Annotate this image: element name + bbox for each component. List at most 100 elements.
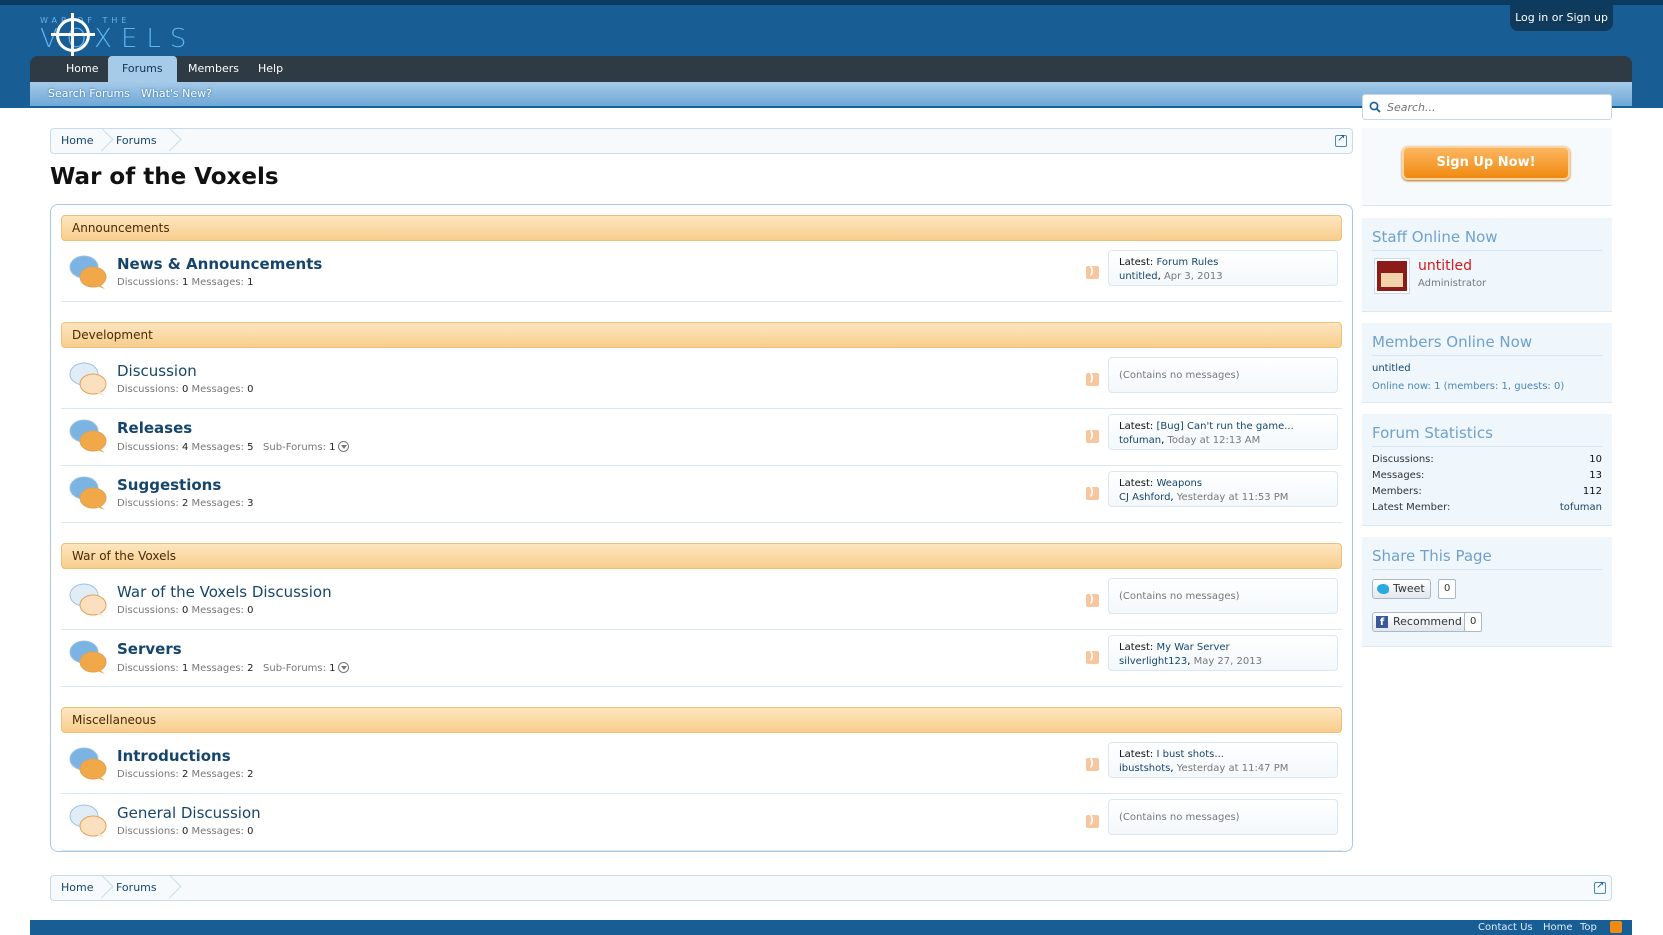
title-divider [1372,250,1602,251]
stat-latest-member: Latest Member: tofuman [1372,502,1602,513]
subforums-label: Sub-Forums: [263,663,326,674]
forum-title-link[interactable]: Introductions [117,747,231,765]
category-header[interactable]: War of the Voxels [61,543,1342,569]
breadcrumb-home[interactable]: Home [61,129,93,153]
rss-icon[interactable] [1086,371,1099,386]
discussions-label: Discussions: [117,384,179,395]
main-nav: Home Forums Members Help [30,56,1632,84]
footer-contact-link[interactable]: Contact Us [1478,922,1533,933]
forum-title-link[interactable]: War of the Voxels Discussion [117,583,332,601]
latest-user-link[interactable]: tofuman [1119,435,1161,446]
subnav-whats-new[interactable]: What's New? [141,82,212,106]
latest-date: Today at 12:13 AM [1167,435,1261,446]
latest-member-link[interactable]: tofuman [1560,502,1602,513]
forum-row: Servers Discussions: 1 Messages: 2 Sub-Fo… [61,630,1342,687]
nav-tab-home[interactable]: Home [52,56,112,82]
messages-label: Messages: [191,384,244,395]
messages-count: 3 [247,498,254,509]
site-logo[interactable]: WAR OF THE VOXELS [40,13,186,57]
latest-user-link[interactable]: silverlight123 [1119,656,1187,667]
messages-count: 0 [247,384,254,395]
breadcrumb-separator [101,129,113,153]
online-summary-link[interactable]: Online now: 1 (members: 1, guests: 0) [1372,381,1564,392]
forum-stats: Discussions: 2 Messages: 2 [117,769,254,780]
forum-row: Introductions Discussions: 2 Messages: 2 L… [61,737,1342,794]
forum-title-link[interactable]: General Discussion [117,804,261,822]
recommend-label: Recommend [1393,615,1462,628]
forum-bubble-icon [69,747,107,781]
category-header[interactable]: Announcements [61,215,1342,241]
messages-count: 0 [247,826,254,837]
footer-home-link[interactable]: Home [1543,922,1573,933]
last-post-box: (Contains no messages) [1108,357,1338,393]
members-online-block: Members Online Now untitled Online now: … [1362,323,1612,403]
discussions-count: 2 [181,498,189,509]
staff-username[interactable]: untitled [1418,258,1472,274]
rss-icon[interactable] [1086,592,1099,607]
nav-tab-members[interactable]: Members [174,56,253,82]
category-header[interactable]: Development [61,322,1342,348]
last-post-box: Latest: [Bug] Can't run the game... tofum… [1108,414,1338,450]
search-input[interactable] [1387,98,1607,116]
breadcrumb-forums[interactable]: Forums [116,129,157,153]
forum-bubble-icon [69,255,107,289]
messages-count: 0 [247,605,254,616]
forum-title-link[interactable]: News & Announcements [117,255,322,273]
latest-thread-link[interactable]: [Bug] Can't run the game... [1156,421,1293,432]
rss-icon[interactable] [1086,813,1099,828]
jump-to-icon[interactable] [1594,880,1606,894]
stat-value: 13 [1589,470,1602,481]
category-header[interactable]: Miscellaneous [61,707,1342,733]
latest-user-link[interactable]: CJ Ashford [1119,492,1170,503]
forum-bubble-icon [69,362,107,396]
breadcrumb-separator [169,876,181,900]
rss-icon[interactable] [1086,485,1099,500]
jump-to-icon[interactable] [1335,133,1347,147]
last-post-box: Latest: My War Server silverlight123, May… [1108,635,1338,671]
login-signup-button[interactable]: Log in or Sign up [1510,5,1613,31]
messages-label: Messages: [191,663,244,674]
messages-label: Messages: [191,605,244,616]
rss-icon[interactable] [1086,264,1099,279]
footer-top-link[interactable]: Top [1580,922,1597,933]
forum-title-link[interactable]: Discussion [117,362,197,380]
breadcrumb-home[interactable]: Home [61,876,93,900]
latest-thread-link[interactable]: Forum Rules [1156,257,1218,268]
page-title: War of the Voxels [50,164,279,190]
nav-tab-help[interactable]: Help [244,56,297,82]
signup-block: Sign Up Now! [1362,128,1612,206]
breadcrumb-forums[interactable]: Forums [116,876,157,900]
search-box [1362,94,1612,120]
stat-label: Discussions: [1372,454,1434,465]
latest-thread-link[interactable]: Weapons [1156,478,1202,489]
online-member-link[interactable]: untitled [1372,363,1411,374]
forum-title-link[interactable]: Releases [117,419,192,437]
latest-thread-link[interactable]: I bust shots... [1156,749,1223,760]
discussions-label: Discussions: [117,277,179,288]
latest-user-link[interactable]: untitled [1119,271,1158,282]
last-post-box: (Contains no messages) [1108,799,1338,835]
forum-title-link[interactable]: Suggestions [117,476,221,494]
messages-label: Messages: [191,498,244,509]
recommend-button[interactable]: f Recommend [1372,612,1468,632]
subforums-label: Sub-Forums: [263,442,326,453]
subforums-toggle-icon[interactable] [337,662,349,673]
latest-thread-link[interactable]: My War Server [1156,642,1229,653]
forum-stats: Discussions: 0 Messages: 0 [117,384,254,395]
rss-icon[interactable] [1086,428,1099,443]
last-post-box: Latest: Forum Rules untitled, Apr 3, 2013 [1108,250,1338,286]
subnav-search-forums[interactable]: Search Forums [48,82,130,106]
forum-stats-title: Forum Statistics [1372,424,1493,442]
crosshair-icon [51,13,95,57]
forum-title-link[interactable]: Servers [117,640,182,658]
latest-user-link[interactable]: ibustshots [1119,763,1170,774]
rss-icon[interactable] [1610,921,1622,933]
rss-icon[interactable] [1086,756,1099,771]
forum-row: News & Announcements Discussions: 1 Messa… [61,245,1342,302]
nav-tab-forums[interactable]: Forums [108,56,177,84]
avatar[interactable] [1374,258,1410,294]
tweet-button[interactable]: Tweet [1372,579,1431,599]
rss-icon[interactable] [1086,649,1099,664]
signup-button[interactable]: Sign Up Now! [1402,146,1570,180]
subforums-toggle-icon[interactable] [337,441,349,452]
